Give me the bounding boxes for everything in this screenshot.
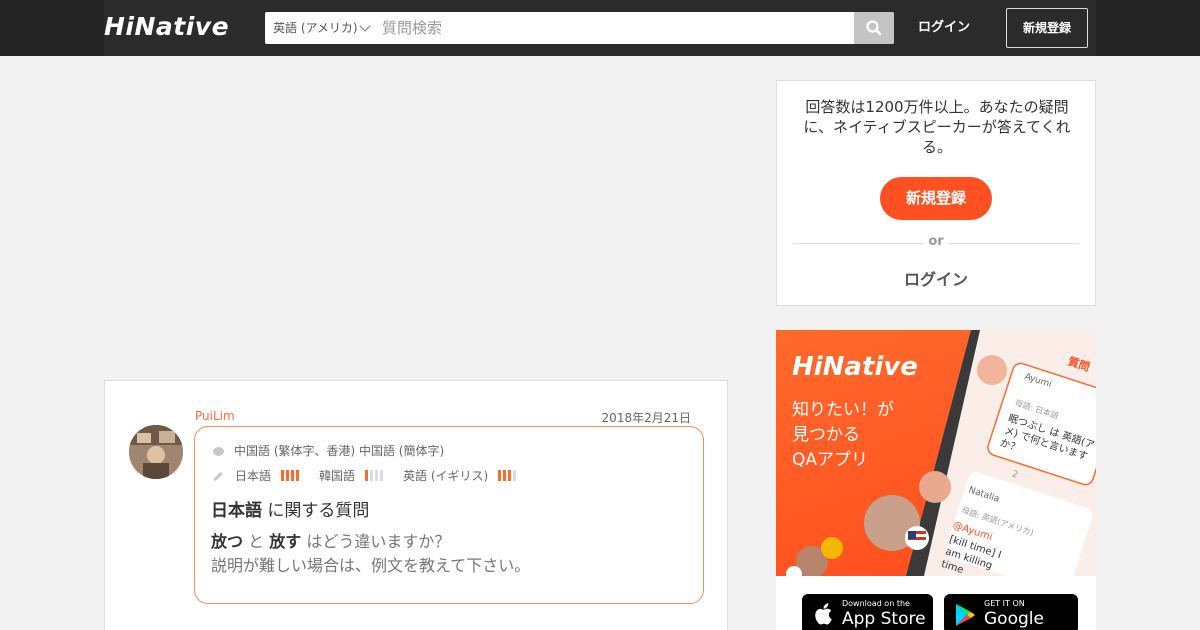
question-language: 日本語 [211, 501, 262, 521]
native-languages-row: 中国語 (繁体字、香港) 中国語 (簡体字) [213, 442, 444, 459]
question-card[interactable]: PuiLim 2018年2月21日 中国語 (繁体字、香港) 中国語 (簡体字)… [104, 380, 728, 630]
level-bars-1 [281, 469, 301, 484]
search-input[interactable] [382, 12, 842, 44]
word-2: 放す [269, 532, 302, 551]
word-1: 放つ [211, 532, 244, 551]
avatar-photo [129, 425, 183, 479]
register-button[interactable]: 新規登録 [880, 177, 992, 220]
register-description: 回答数は1200万件以上。あなたの疑問に、ネイティブスピーカーが答えてくれる。 [803, 98, 1071, 156]
learning-language-1: 日本語 [235, 469, 272, 483]
hinative-logo[interactable]: HiNative [104, 12, 229, 41]
promo-logo: HiNative [792, 352, 918, 382]
native-languages: 中国語 (繁体字、香港) 中国語 (簡体字) [234, 444, 445, 458]
level-bars-3 [498, 469, 518, 484]
signup-button[interactable]: 新規登録 [1006, 8, 1088, 48]
register-panel: 回答数は1200万件以上。あなたの疑問に、ネイティブスピーカーが答えてくれる。 … [776, 80, 1096, 306]
tagline-line-3: QAアプリ [792, 450, 869, 470]
user-avatar[interactable] [129, 425, 183, 479]
question-body-suffix: はどう違いますか？ [306, 532, 451, 551]
apple-icon [815, 603, 832, 625]
question-author[interactable]: PuiLim [195, 409, 235, 423]
google-play-button[interactable]: GET IT ON Google Play [944, 594, 1078, 630]
search-icon [866, 20, 882, 36]
app-store-button[interactable]: Download on the App Store [802, 594, 933, 630]
top-header: HiNative 英語 (アメリカ) ログイン 新規登録 [0, 0, 1200, 56]
google-play-small-text: GET IT ON [984, 599, 1025, 608]
level-bars-2 [365, 469, 385, 484]
learning-languages-row: 日本語 韓国語 英語 (イギリス) [213, 467, 536, 484]
question-title[interactable]: 日本語 に関する質問 [211, 496, 369, 521]
promo-tagline: 知りたい！が 見つかる QAアプリ [792, 398, 894, 473]
learning-language-3: 英語 (イギリス) [403, 469, 489, 483]
google-play-big-text: Google Play [984, 609, 1044, 630]
or-separator: or [928, 234, 944, 249]
question-body-line-1[interactable]: 放つ と 放す はどう違いますか？ [211, 528, 450, 552]
speech-bubble-icon [213, 447, 224, 456]
header-container: HiNative 英語 (アメリカ) ログイン 新規登録 [104, 0, 1096, 56]
question-body-line-2: 説明が難しい場合は、例文を教えて下さい。 [211, 556, 531, 575]
tagline-line-2: 見つかる [792, 425, 860, 445]
connector: と [248, 532, 265, 551]
app-store-small-text: Download on the [842, 599, 910, 608]
app-store-big-text: App Store [842, 609, 926, 629]
question-title-suffix: に関する質問 [267, 501, 370, 521]
register-login-link[interactable]: ログイン [777, 266, 1095, 290]
search-bar: 英語 (アメリカ) [265, 12, 894, 44]
google-play-icon [956, 604, 975, 626]
pencil-icon [213, 471, 223, 482]
question-bubble[interactable]: 中国語 (繁体字、香港) 中国語 (簡体字) 日本語 韓国語 英語 (イギリス) 日… [194, 426, 704, 604]
app-promo-banner[interactable]: HiNative 知りたい！が 見つかる QAアプリ 質問 Ayumi 母語: … [776, 330, 1096, 630]
language-select[interactable]: 英語 (アメリカ) [273, 12, 358, 44]
chevron-down-icon[interactable] [359, 20, 371, 32]
login-link[interactable]: ログイン [918, 0, 970, 56]
search-button[interactable] [854, 12, 894, 44]
learning-language-2: 韓国語 [319, 469, 356, 483]
question-date: 2018年2月21日 [601, 411, 691, 425]
tagline-line-1: 知りたい！が [792, 400, 894, 420]
